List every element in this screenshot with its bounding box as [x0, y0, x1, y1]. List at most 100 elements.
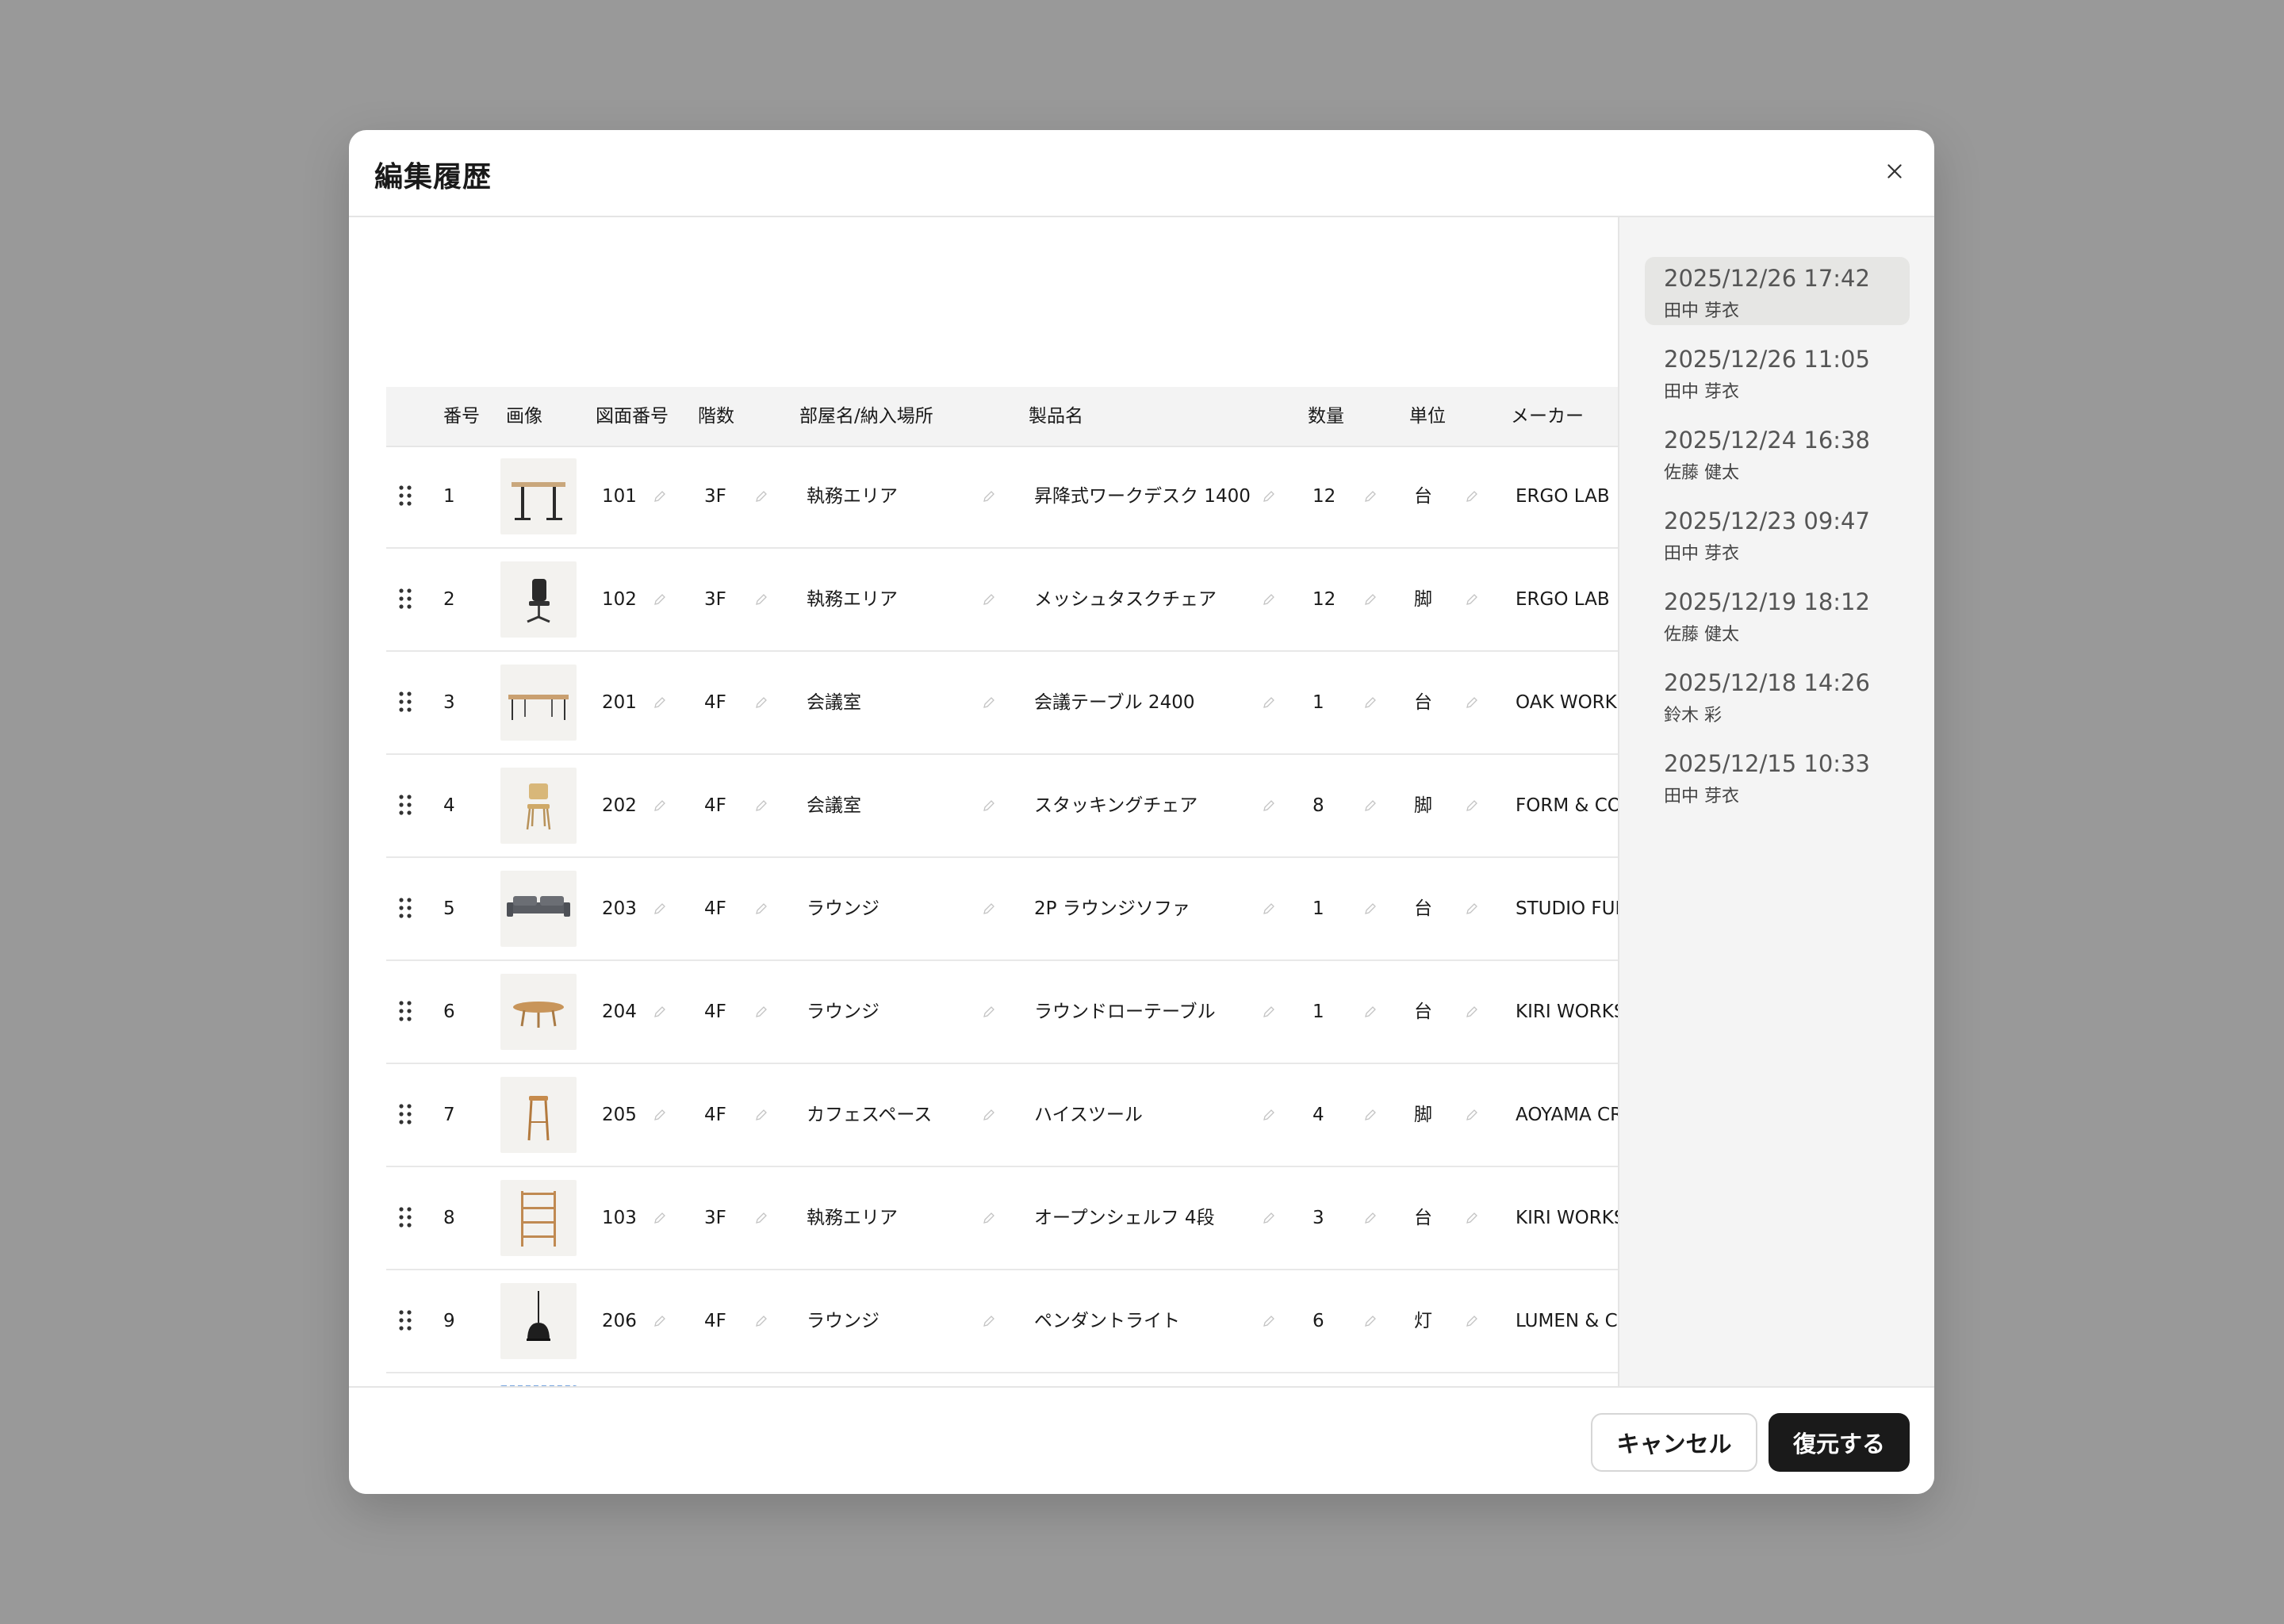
edit-pencil-icon[interactable]	[653, 902, 667, 916]
history-item[interactable]: 2025/12/19 18:12 佐藤 健太	[1645, 580, 1910, 649]
edit-pencil-icon[interactable]	[1363, 1314, 1378, 1328]
table-row[interactable]: 1 101 3F 執務エリア 昇降式ワークデスク 1400 12 台 ERGO LAB	[386, 446, 1618, 549]
edit-pencil-icon[interactable]	[982, 592, 996, 607]
cell-product[interactable]: ラウンドローテーブル	[1034, 961, 1216, 1063]
cell-product[interactable]: メッシュタスクチェア	[1034, 549, 1217, 650]
edit-pencil-icon[interactable]	[1262, 799, 1276, 813]
table-row[interactable]: 2 102 3F 執務エリア メッシュタスクチェア 12 脚 ERGO LAB	[386, 549, 1618, 652]
table-row[interactable]: 7 205 4F カフェスペースハイスツール 4脚 AOYAMA CRA	[386, 1064, 1618, 1167]
stacking-chair-image[interactable]	[500, 768, 577, 844]
edit-pencil-icon[interactable]	[1262, 489, 1276, 504]
cell-floor[interactable]: 3F	[704, 1373, 726, 1386]
edit-pencil-icon[interactable]	[754, 592, 768, 607]
edit-pencil-icon[interactable]	[1262, 1108, 1276, 1122]
cell-unit[interactable]: 台	[1414, 446, 1432, 547]
cell-product[interactable]: 会議テーブル 2400	[1034, 652, 1194, 753]
cell-drawing-no[interactable]: 205	[602, 1064, 637, 1166]
shelf-image[interactable]	[500, 1180, 577, 1256]
cell-room[interactable]: ラウンジ	[807, 1270, 879, 1372]
drag-handle-icon[interactable]	[397, 896, 413, 920]
cell-room[interactable]: 執務エリア	[807, 446, 898, 547]
cell-floor[interactable]: 3F	[704, 446, 726, 547]
edit-pencil-icon[interactable]	[653, 592, 667, 607]
edit-pencil-icon[interactable]	[653, 799, 667, 813]
edit-pencil-icon[interactable]	[653, 695, 667, 710]
edit-pencil-icon[interactable]	[1465, 1108, 1479, 1122]
cell-drawing-no[interactable]: 203	[602, 858, 637, 959]
edit-pencil-icon[interactable]	[653, 1108, 667, 1122]
standing-desk-image[interactable]	[500, 458, 577, 534]
edit-pencil-icon[interactable]	[754, 799, 768, 813]
cancel-button[interactable]: キャンセル	[1591, 1413, 1757, 1472]
pendant-light-image[interactable]	[500, 1283, 577, 1359]
cell-floor[interactable]: 4F	[704, 961, 726, 1063]
drag-handle-icon[interactable]	[397, 690, 413, 714]
table-row[interactable]: 6 204 4F ラウンジ ラウンドローテーブル 1 台 KIRI WORKS	[386, 961, 1618, 1064]
edit-pencil-icon[interactable]	[1363, 489, 1378, 504]
table-row[interactable]: 4 202 4F 会議室 スタッキングチェア 8 脚 FORM & CO.	[386, 755, 1618, 858]
cell-unit[interactable]: 脚	[1414, 755, 1432, 856]
drag-handle-icon[interactable]	[397, 999, 413, 1023]
cell-drawing-no[interactable]: 104	[602, 1373, 637, 1386]
edit-pencil-icon[interactable]	[1465, 799, 1479, 813]
cell-room[interactable]: 執務エリア	[807, 549, 898, 650]
cell-unit[interactable]: 台	[1414, 652, 1432, 753]
history-item[interactable]: 2025/12/24 16:38 佐藤 健太	[1645, 419, 1910, 487]
cell-product[interactable]: フロアランプ	[1034, 1373, 1143, 1386]
edit-pencil-icon[interactable]	[754, 902, 768, 916]
drag-handle-icon[interactable]	[397, 1205, 413, 1229]
cell-qty[interactable]: 12	[1313, 549, 1336, 650]
table-row[interactable]: 9 206 4F ラウンジ ペンダントライト 6灯 LUMEN & CO	[386, 1270, 1618, 1373]
cell-qty[interactable]: 4	[1313, 1064, 1324, 1166]
cell-unit[interactable]: 脚	[1414, 549, 1432, 650]
drag-handle-icon[interactable]	[397, 793, 413, 817]
edit-pencil-icon[interactable]	[982, 695, 996, 710]
cell-qty[interactable]: 1	[1313, 961, 1324, 1063]
cell-room[interactable]: 会議室	[807, 755, 861, 856]
cell-room[interactable]: カフェスペース	[807, 1064, 932, 1166]
edit-pencil-icon[interactable]	[1465, 489, 1479, 504]
history-item[interactable]: 2025/12/26 11:05 田中 芽衣	[1645, 338, 1910, 406]
cell-unit[interactable]: 灯	[1414, 1270, 1432, 1372]
cell-product[interactable]: ハイスツール	[1034, 1064, 1143, 1166]
stool-image[interactable]	[500, 1077, 577, 1153]
edit-pencil-icon[interactable]	[982, 902, 996, 916]
cell-floor[interactable]: 3F	[704, 549, 726, 650]
edit-pencil-icon[interactable]	[982, 1314, 996, 1328]
edit-pencil-icon[interactable]	[1465, 592, 1479, 607]
edit-pencil-icon[interactable]	[1465, 1211, 1479, 1225]
cell-unit[interactable]: 灯	[1414, 1373, 1432, 1386]
cell-qty[interactable]: 2	[1313, 1373, 1324, 1386]
cell-qty[interactable]: 1	[1313, 858, 1324, 959]
edit-pencil-icon[interactable]	[1262, 695, 1276, 710]
cell-drawing-no[interactable]: 201	[602, 652, 637, 753]
cell-drawing-no[interactable]: 202	[602, 755, 637, 856]
cell-unit[interactable]: 脚	[1414, 1064, 1432, 1166]
cell-unit[interactable]: 台	[1414, 858, 1432, 959]
edit-pencil-icon[interactable]	[1262, 902, 1276, 916]
cell-drawing-no[interactable]: 204	[602, 961, 637, 1063]
cell-product[interactable]: スタッキングチェア	[1034, 755, 1198, 856]
cell-drawing-no[interactable]: 102	[602, 549, 637, 650]
meeting-table-image[interactable]	[500, 665, 577, 741]
table-row[interactable]: 5 203 4F ラウンジ 2P ラウンジソファ 1 台 STUDIO FUR	[386, 858, 1618, 961]
cell-qty[interactable]: 8	[1313, 755, 1324, 856]
edit-pencil-icon[interactable]	[982, 1005, 996, 1019]
edit-pencil-icon[interactable]	[1262, 1211, 1276, 1225]
edit-pencil-icon[interactable]	[1465, 1314, 1479, 1328]
edit-pencil-icon[interactable]	[982, 1211, 996, 1225]
cell-product[interactable]: オープンシェルフ 4段	[1034, 1167, 1215, 1269]
history-item[interactable]: 2025/12/23 09:47 田中 芽衣	[1645, 500, 1910, 568]
cell-qty[interactable]: 6	[1313, 1270, 1324, 1372]
edit-pencil-icon[interactable]	[1465, 695, 1479, 710]
edit-pencil-icon[interactable]	[1262, 592, 1276, 607]
edit-pencil-icon[interactable]	[1363, 902, 1378, 916]
edit-pencil-icon[interactable]	[1363, 1108, 1378, 1122]
edit-pencil-icon[interactable]	[754, 695, 768, 710]
cell-product[interactable]: 2P ラウンジソファ	[1034, 858, 1190, 959]
cell-unit[interactable]: 台	[1414, 1167, 1432, 1269]
edit-pencil-icon[interactable]	[754, 1314, 768, 1328]
edit-pencil-icon[interactable]	[653, 1005, 667, 1019]
cell-floor[interactable]: 4F	[704, 755, 726, 856]
cell-room[interactable]: ラウンジ	[807, 961, 879, 1063]
